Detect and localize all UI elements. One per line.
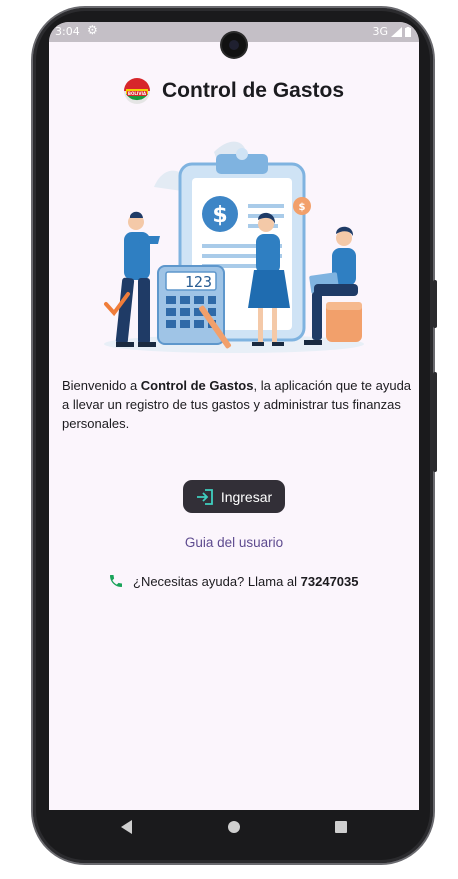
app-header: BOLIVIA Control de Gastos (123, 77, 344, 105)
svg-text:$: $ (299, 202, 306, 213)
system-navigation-bar (49, 810, 419, 845)
phone-icon (110, 575, 122, 587)
power-button (433, 280, 437, 328)
status-time: 3:04 (55, 25, 80, 38)
signal-icon (391, 26, 402, 37)
login-button[interactable]: Ingresar (183, 480, 285, 513)
bolivia-logo-icon: BOLIVIA (124, 78, 150, 104)
help-contact: ¿Necesitas ayuda? Llama al 73247035 (108, 573, 359, 589)
volume-button (433, 372, 437, 472)
recents-button[interactable] (335, 821, 347, 833)
help-phone-number: 73247035 (300, 573, 359, 589)
battery-icon (405, 26, 411, 37)
login-button-label: Ingresar (220, 488, 273, 505)
login-icon (196, 488, 213, 505)
app-title: Control de Gastos (162, 79, 345, 102)
welcome-prefix: Bienvenido a (62, 378, 141, 393)
status-indicators: 3G (372, 25, 411, 38)
settings-icon: ⚙ (87, 23, 98, 37)
finance-illustration: $ $ 123 (104, 141, 364, 353)
calculator-display: 123 (185, 273, 212, 291)
svg-text:$: $ (212, 203, 227, 228)
network-type: 3G (372, 25, 388, 38)
welcome-message: Bienvenido a Control de Gastos, la aplic… (62, 376, 412, 433)
app-screen: 3:04 ⚙ 3G BOLIVIA Control de Gastos $ $ … (49, 22, 419, 810)
front-camera (222, 33, 246, 57)
back-button[interactable] (121, 820, 132, 834)
help-text: ¿Necesitas ayuda? Llama al (133, 573, 301, 589)
svg-text:BOLIVIA: BOLIVIA (128, 91, 147, 96)
user-guide-link[interactable]: Guia del usuario (49, 535, 419, 550)
welcome-app-name: Control de Gastos (140, 378, 254, 393)
home-button[interactable] (228, 821, 240, 833)
